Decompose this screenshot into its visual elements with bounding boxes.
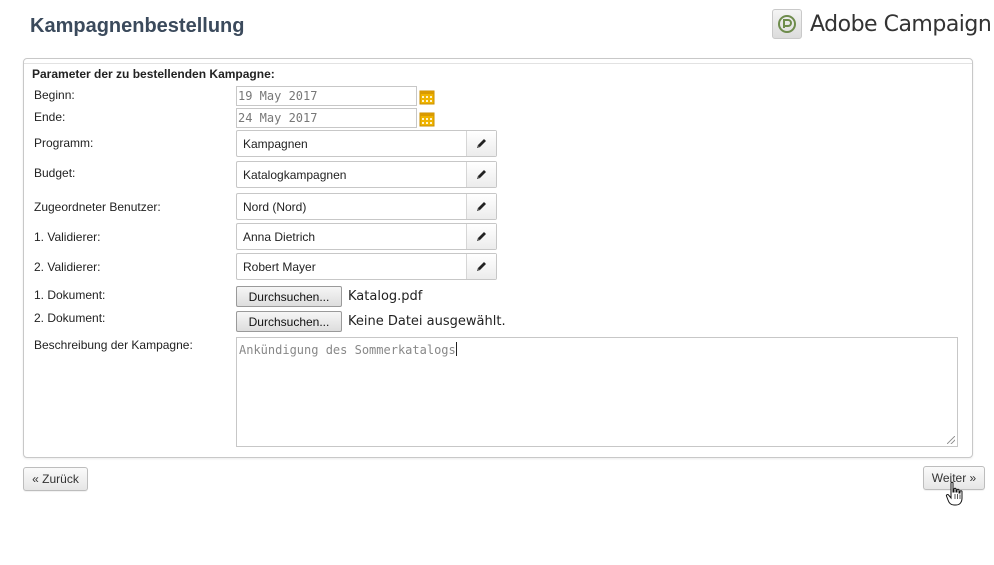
document1-filename: Katalog.pdf bbox=[348, 289, 423, 304]
assigned-user-edit-button[interactable] bbox=[467, 194, 496, 219]
budget-field[interactable]: Katalogkampagnen bbox=[236, 161, 497, 188]
document2-browse-button[interactable]: Durchsuchen... bbox=[236, 311, 342, 332]
validator1-label: 1. Validierer: bbox=[34, 230, 101, 244]
assigned-user-field[interactable]: Nord (Nord) bbox=[236, 193, 497, 220]
calendar-icon[interactable] bbox=[419, 111, 435, 127]
budget-value[interactable]: Katalogkampagnen bbox=[237, 162, 467, 187]
program-field[interactable]: Kampagnen bbox=[236, 130, 497, 157]
start-date-input[interactable]: 19 May 2017 bbox=[236, 86, 417, 106]
back-button[interactable]: « Zurück bbox=[23, 467, 88, 491]
document2-filename: Keine Datei ausgewählt. bbox=[348, 314, 506, 329]
validator1-value[interactable]: Anna Dietrich bbox=[237, 224, 467, 249]
validator2-label: 2. Validierer: bbox=[34, 260, 101, 274]
assigned-user-label: Zugeordneter Benutzer: bbox=[34, 200, 161, 214]
pencil-icon bbox=[477, 232, 486, 241]
program-value[interactable]: Kampagnen bbox=[237, 131, 467, 156]
adobe-campaign-logo-icon bbox=[772, 9, 802, 39]
assigned-user-value[interactable]: Nord (Nord) bbox=[237, 194, 467, 219]
calendar-icon[interactable] bbox=[419, 89, 435, 105]
section-title: Parameter der zu bestellenden Kampagne: bbox=[32, 67, 275, 81]
pencil-icon bbox=[477, 139, 486, 148]
validator2-field[interactable]: Robert Mayer bbox=[236, 253, 497, 280]
validator2-value[interactable]: Robert Mayer bbox=[237, 254, 467, 279]
document1-label: 1. Dokument: bbox=[34, 288, 106, 302]
description-label: Beschreibung der Kampagne: bbox=[34, 338, 193, 352]
hand-cursor-icon bbox=[945, 481, 963, 506]
start-date-label: Beginn: bbox=[34, 88, 75, 102]
program-label: Programm: bbox=[34, 136, 94, 150]
document2-label: 2. Dokument: bbox=[34, 311, 106, 325]
pencil-icon bbox=[477, 170, 486, 179]
validator1-edit-button[interactable] bbox=[467, 224, 496, 249]
budget-label: Budget: bbox=[34, 166, 76, 180]
brand: Adobe Campaign bbox=[772, 9, 992, 39]
end-date-input[interactable]: 24 May 2017 bbox=[236, 108, 417, 128]
description-textarea[interactable]: Ankündigung des Sommerkatalogs bbox=[236, 337, 958, 447]
description-text: Ankündigung des Sommerkatalogs bbox=[239, 343, 456, 357]
validator1-field[interactable]: Anna Dietrich bbox=[236, 223, 497, 250]
campaign-parameters-panel: Parameter der zu bestellenden Kampagne: … bbox=[23, 58, 973, 458]
brand-name: Adobe Campaign bbox=[810, 11, 992, 37]
end-date-label: Ende: bbox=[34, 110, 66, 124]
document1-browse-button[interactable]: Durchsuchen... bbox=[236, 286, 342, 307]
resize-grip-icon[interactable] bbox=[947, 436, 955, 444]
pencil-icon bbox=[477, 262, 486, 271]
budget-edit-button[interactable] bbox=[467, 162, 496, 187]
text-caret bbox=[455, 342, 457, 356]
program-edit-button[interactable] bbox=[467, 131, 496, 156]
page-title: Kampagnenbestellung bbox=[30, 15, 245, 37]
validator2-edit-button[interactable] bbox=[467, 254, 496, 279]
pencil-icon bbox=[477, 202, 486, 211]
